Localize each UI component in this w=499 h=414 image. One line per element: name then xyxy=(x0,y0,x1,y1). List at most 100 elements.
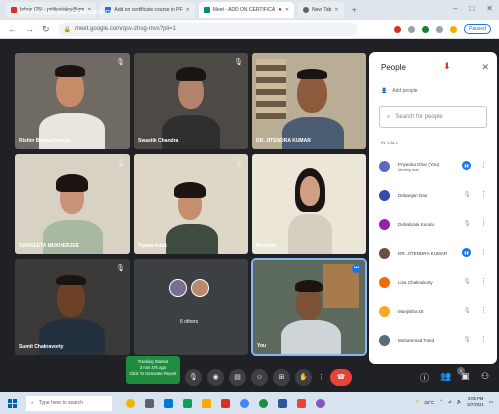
mic-button[interactable]: 🎙 xyxy=(185,369,202,386)
extension-icon[interactable] xyxy=(422,25,430,33)
more-vert-icon[interactable]: ⋮ xyxy=(480,219,487,227)
list-item[interactable]: DR. JITENDRA KUMAR ▮▮ ⋮ xyxy=(369,239,497,268)
others-tile[interactable]: 6 others xyxy=(134,259,248,355)
office-icon[interactable] xyxy=(221,398,230,408)
more-options-button[interactable]: ⋮ xyxy=(317,369,326,386)
task-view-icon[interactable] xyxy=(145,398,154,408)
camera-button[interactable]: ◉ xyxy=(207,369,224,386)
person-face xyxy=(300,176,320,206)
list-item[interactable]: Debabrata Kundu 🎙 ⋮ xyxy=(369,210,497,239)
file-explorer-icon[interactable] xyxy=(202,398,211,408)
windows-start-icon[interactable] xyxy=(8,398,17,408)
paused-button[interactable]: Paused xyxy=(464,24,491,34)
muted-mic-icon[interactable]: 🎙 xyxy=(463,278,471,285)
chrome-icon[interactable] xyxy=(240,398,249,408)
others-count-label: 6 others xyxy=(180,319,199,325)
more-vert-icon[interactable]: ⋮ xyxy=(480,306,487,314)
url-input[interactable]: 🔒 meet.google.com/qsv-zhsg-mvs?pli=1 xyxy=(57,22,358,36)
chevron-up-icon[interactable]: ⌃ xyxy=(439,399,443,405)
settings-icon[interactable] xyxy=(316,398,325,408)
list-item[interactable]: Priyanka Dhar (You) Meeting host ▮▮ ⋮ xyxy=(369,152,497,181)
clock[interactable]: 3:05 PM 5/7/2021 xyxy=(467,396,483,408)
close-icon[interactable]: ✕ xyxy=(481,62,489,73)
person-hair xyxy=(56,275,86,285)
people-icon[interactable]: 👥 xyxy=(440,371,451,382)
person-hair xyxy=(55,65,85,77)
taskbar-search-input[interactable]: ⌕ Type here to search xyxy=(26,395,112,411)
more-options-icon[interactable]: ••• xyxy=(352,264,361,273)
speaking-indicator-icon: ▮▮ xyxy=(462,248,471,257)
minimize-button[interactable]: – xyxy=(453,4,457,13)
participant-tile[interactable]: 🎙 Rishin Bhattacharyya xyxy=(15,53,130,149)
notifications-icon[interactable]: ▭ xyxy=(489,399,493,405)
more-vert-icon[interactable]: ⋮ xyxy=(480,335,487,343)
present-button[interactable]: ⊞ xyxy=(273,369,290,386)
lock-icon: 🔒 xyxy=(63,26,72,33)
leave-call-button[interactable]: ☎ xyxy=(330,369,352,386)
powerpoint-icon[interactable] xyxy=(297,398,306,408)
cortana-icon[interactable] xyxy=(126,398,135,408)
volume-icon[interactable]: 🔈 xyxy=(457,399,463,405)
muted-mic-icon[interactable]: 🎙 xyxy=(463,191,471,198)
participant-tile[interactable]: 🎙 Swastik Chandra xyxy=(134,53,248,149)
network-icon[interactable]: ⊿ xyxy=(448,399,452,405)
activities-icon[interactable]: ⚇ xyxy=(481,371,489,382)
participant-tile[interactable]: 🎙 SANGEETA MUKHERJEE xyxy=(15,154,130,254)
muted-mic-icon[interactable]: 🎙 xyxy=(463,336,471,343)
more-vert-icon[interactable]: ⋮ xyxy=(480,161,487,169)
person-hair xyxy=(297,69,327,79)
avatar xyxy=(379,335,390,346)
extension-icon[interactable] xyxy=(408,25,416,33)
maximize-button[interactable]: □ xyxy=(469,4,474,13)
muted-mic-icon[interactable]: 🎙 xyxy=(463,307,471,314)
whatsapp-icon[interactable] xyxy=(259,398,268,408)
close-tab-icon[interactable]: ✕ xyxy=(186,7,190,13)
more-vert-icon[interactable]: ⋮ xyxy=(480,190,487,198)
list-item[interactable]: Liza Chakraborty 🎙 ⋮ xyxy=(369,268,497,297)
person-body xyxy=(281,320,341,354)
close-window-button[interactable]: ✕ xyxy=(486,4,493,13)
store-icon[interactable] xyxy=(183,398,192,408)
list-item[interactable]: Manjistha Dt 🎙 ⋮ xyxy=(369,297,497,326)
others-avatars xyxy=(169,279,209,297)
avatar xyxy=(379,277,390,288)
attendance-tracking-button[interactable]: Tracking Started 3 min 37s ago Click To … xyxy=(126,356,180,384)
forward-icon[interactable]: → xyxy=(25,24,34,34)
camera-indicator-icon[interactable] xyxy=(394,25,402,33)
avatar xyxy=(379,161,390,172)
close-tab-icon[interactable]: ✕ xyxy=(334,7,338,13)
list-item[interactable]: Debanjan Das 🎙 ⋮ xyxy=(369,181,497,210)
browser-tab-newtab[interactable]: New Tab ✕ xyxy=(298,2,344,18)
more-vert-icon[interactable]: ⋮ xyxy=(480,277,487,285)
more-vert-icon[interactable]: ⋮ xyxy=(480,248,487,256)
info-icon[interactable]: ⓘ xyxy=(420,371,429,384)
list-item[interactable]: Mohammad Farid 🎙 ⋮ xyxy=(369,326,497,355)
participant-tile[interactable]: 🎙 Sumit Chakravorty xyxy=(15,259,130,355)
raise-hand-button[interactable]: ✋ xyxy=(295,369,312,386)
participant-name: Rishin Bhattacharyya xyxy=(19,138,71,144)
participant-name: DR. JITENDRA KUMAR xyxy=(256,138,311,144)
participant-tile[interactable]: DR. JITENDRA KUMAR xyxy=(252,53,366,149)
back-icon[interactable]: ← xyxy=(8,24,17,34)
profile-avatar[interactable] xyxy=(450,25,458,33)
screen: Inbox (25) - pritikudaley@gm ✕ Add on ce… xyxy=(0,0,499,414)
reload-icon[interactable]: ↻ xyxy=(42,24,50,35)
captions-button[interactable]: ▤ xyxy=(229,369,246,386)
search-people-input[interactable]: ⌕ Search for people xyxy=(379,106,487,128)
chat-icon[interactable]: ▣ xyxy=(461,371,470,382)
participant-tile[interactable]: 🎙 Navratra xyxy=(252,154,366,254)
participant-tile[interactable]: 🎙 Tiyasa Adak xyxy=(134,154,248,254)
person-body xyxy=(166,224,218,254)
edge-icon[interactable] xyxy=(164,398,173,408)
windows-taskbar: ⌕ Type here to search ☀ 34°C ⌃ ⊿ 🔈 3:05 … xyxy=(0,392,499,414)
self-view-tile[interactable]: ••• You xyxy=(251,258,367,356)
new-tab-button[interactable]: + xyxy=(352,5,357,15)
star-icon[interactable] xyxy=(436,25,444,33)
attendance-extension-icon[interactable]: ⬇ xyxy=(443,61,451,72)
muted-mic-icon[interactable]: 🎙 xyxy=(463,220,471,227)
browser-tab-meet[interactable]: Meet - ADD ON CERTIFICA ● ✕ xyxy=(198,2,295,18)
close-tab-icon[interactable]: ✕ xyxy=(285,7,289,13)
add-people-button[interactable]: 👤 Add people xyxy=(381,88,418,94)
word-icon[interactable] xyxy=(278,398,287,408)
emoji-button[interactable]: ☺ xyxy=(251,369,268,386)
